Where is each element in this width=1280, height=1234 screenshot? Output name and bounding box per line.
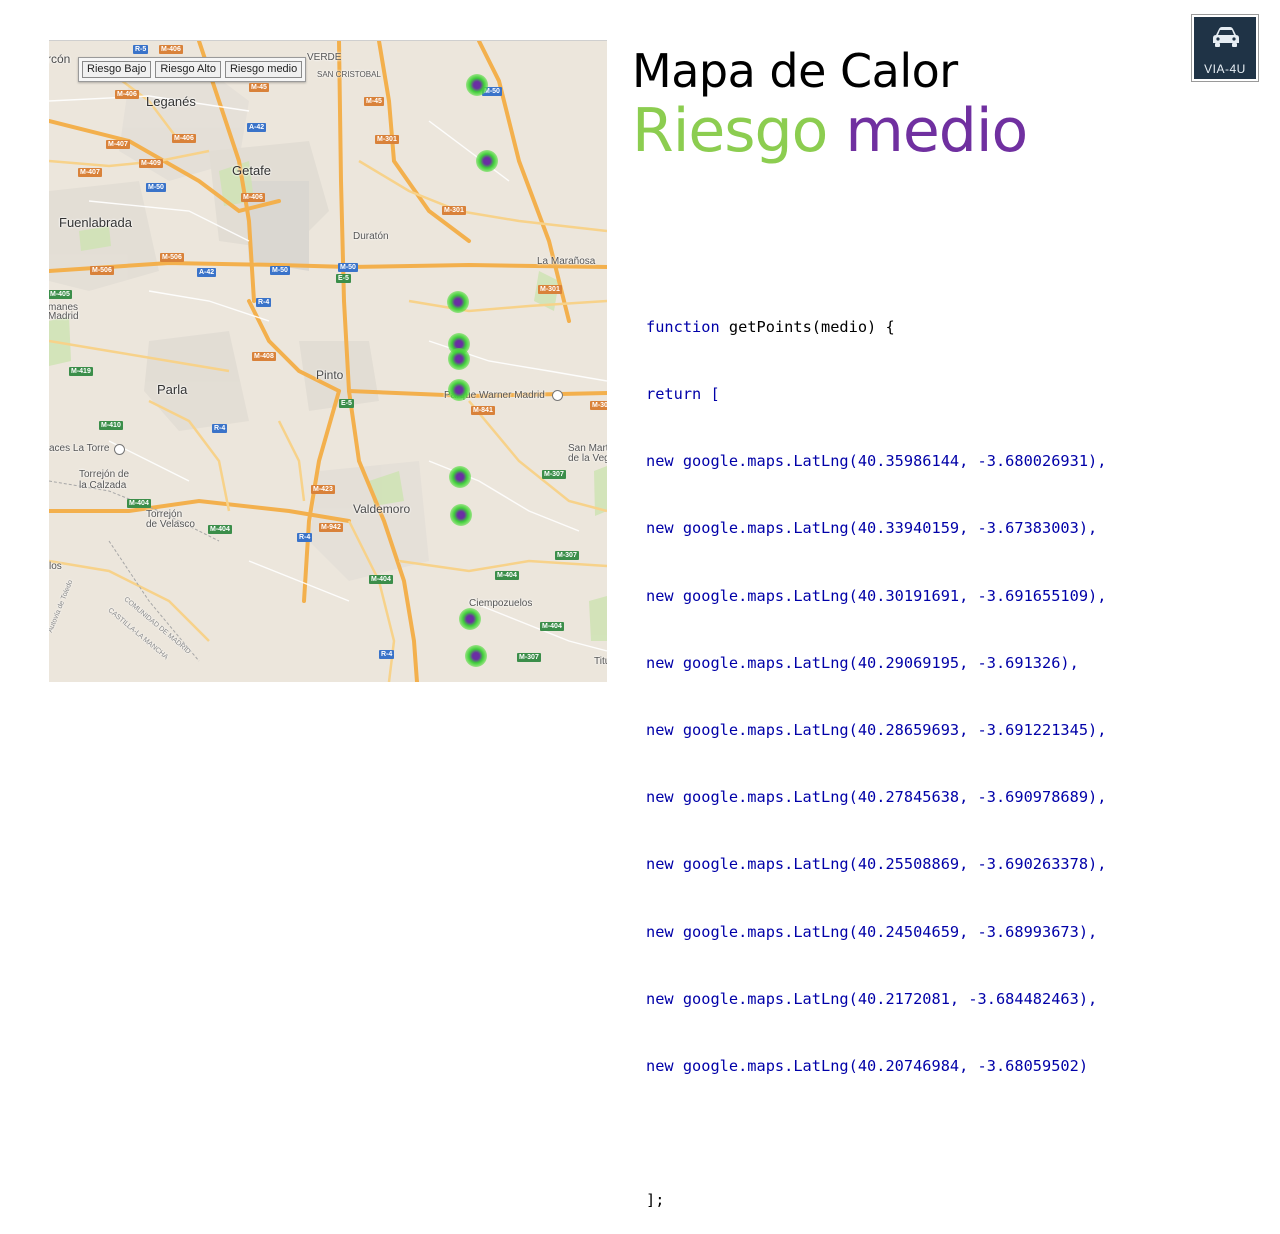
road-shield: M-506 [160, 253, 184, 262]
road-shield: R-4 [379, 650, 395, 659]
place-fuenlabrada: Fuenlabrada [59, 215, 132, 230]
road-shield: M-419 [69, 367, 93, 376]
road-shield: M-404 [540, 622, 564, 631]
code-point: new google.maps.LatLng(40.27845638, -3.6… [646, 788, 1107, 807]
heatmap-map[interactable]: Riesgo Bajo Riesgo Alto Riesgo medio rcó… [49, 40, 607, 682]
road-shield: M-404 [369, 575, 393, 584]
road-shield: M-406 [241, 193, 265, 202]
road-shield: M-407 [106, 140, 130, 149]
via4u-logo: VIA-4U [1191, 14, 1259, 82]
code-point: new google.maps.LatLng(40.25508869, -3.6… [646, 855, 1107, 874]
heat-point [465, 644, 487, 667]
road-shield: M-45 [249, 83, 269, 92]
car-icon [1213, 27, 1239, 47]
road-shield: M-45 [364, 97, 384, 106]
road-shield: M-506 [90, 266, 114, 275]
heat-point [447, 290, 469, 313]
road-shield: R-5 [133, 45, 149, 54]
road-shield: M-50 [270, 266, 290, 275]
code-line-function: function getPoints(medio) { [646, 316, 1106, 338]
road-shield: M-407 [78, 168, 102, 177]
place-verde: VERDE [307, 52, 342, 63]
road-shield: M-423 [311, 485, 335, 494]
page-title: Mapa de Calor [632, 44, 958, 98]
road-shield: M-409 [139, 159, 163, 168]
road-shield: M-410 [99, 421, 123, 430]
road-shield: R-4 [297, 533, 313, 542]
place-san-martin-2: de la Vega [568, 453, 607, 464]
road-shield: M-406 [172, 134, 196, 143]
code-block: function getPoints(medio) { return [ new… [646, 271, 1106, 1234]
code-point: new google.maps.LatLng(40.30191691, -3.6… [646, 586, 1107, 605]
place-torrejon-calzada-1: Torrejón de [79, 469, 130, 480]
subtitle-word-medio: medio [845, 96, 1028, 166]
heat-point [449, 503, 472, 526]
road-shield: M-405 [49, 290, 72, 299]
road-shield: M-408 [252, 352, 276, 361]
map-roads [49, 41, 607, 682]
heat-point [447, 348, 470, 371]
road-shield: A-42 [247, 123, 267, 132]
place-alcon: rcón [49, 52, 71, 66]
poi-icon [552, 390, 563, 401]
code-point: new google.maps.LatLng(40.24504659, -3.6… [646, 922, 1098, 941]
road-shield: M-301 [442, 206, 466, 215]
subtitle-word-riesgo: Riesgo [632, 96, 828, 166]
code-line-return: return [ [646, 385, 720, 404]
place-ciempozuelos: Ciempozuelos [469, 598, 533, 609]
road-shield: M-30 [590, 401, 607, 410]
place-madrid: Madrid [49, 311, 79, 322]
place-valdemoro: Valdemoro [353, 502, 411, 516]
place-aces-la-torre: aces La Torre [49, 443, 110, 454]
place-leganes: Leganés [146, 94, 196, 109]
road-shield: M-841 [471, 406, 495, 415]
place-pinto: Pinto [316, 368, 344, 382]
code-point: new google.maps.LatLng(40.28659693, -3.6… [646, 721, 1107, 740]
road-shield: M-301 [375, 135, 399, 144]
road-shield: M-301 [538, 285, 562, 294]
road-shield: M-404 [127, 499, 151, 508]
road-shield: R-4 [212, 424, 228, 433]
code-point: new google.maps.LatLng(40.2172081, -3.68… [646, 989, 1098, 1008]
heat-point [448, 378, 471, 401]
code-point: new google.maps.LatLng(40.35986144, -3.6… [646, 452, 1107, 471]
code-point: new google.maps.LatLng(40.29069195, -3.6… [646, 653, 1079, 672]
logo-text: VIA-4U [1204, 62, 1246, 76]
heat-point [465, 73, 488, 96]
code-point: new google.maps.LatLng(40.33940159, -3.6… [646, 519, 1098, 538]
riesgo-medio-button[interactable]: Riesgo medio [224, 61, 303, 78]
place-la-maranosa: La Marañosa [537, 256, 596, 267]
road-shield: M-406 [159, 45, 183, 54]
place-parla: Parla [157, 382, 188, 397]
road-shield: M-404 [495, 571, 519, 580]
place-titu: Titu [594, 656, 607, 667]
road-shield: M-50 [146, 183, 166, 192]
road-shield: M-50 [338, 263, 358, 272]
road-shield: M-404 [208, 525, 232, 534]
road-shield: A-42 [197, 268, 217, 277]
road-shield: E-5 [339, 399, 354, 408]
riesgo-bajo-button[interactable]: Riesgo Bajo [82, 61, 152, 78]
road-shield: M-942 [319, 523, 343, 532]
place-getafe: Getafe [232, 163, 272, 178]
road-shield: M-307 [542, 470, 566, 479]
place-san-cristobal: SAN CRISTOBAL [317, 70, 381, 79]
road-shield: R-4 [256, 298, 272, 307]
riesgo-alto-button[interactable]: Riesgo Alto [155, 61, 221, 78]
code-function-signature: function getPoints(medio) { [646, 317, 895, 336]
road-shield: M-406 [115, 90, 139, 99]
place-duraton: Duratón [353, 231, 389, 242]
poi-icon [114, 444, 125, 455]
heat-point [458, 608, 481, 630]
place-los: los [49, 561, 62, 572]
page-subtitle: Riesgo medio [632, 96, 1028, 166]
place-torrejon-calzada-2: la Calzada [79, 480, 127, 491]
risk-control-bar: Riesgo Bajo Riesgo Alto Riesgo medio [78, 57, 307, 82]
code-point: new google.maps.LatLng(40.20746984, -3.6… [646, 1057, 1089, 1076]
place-torrejon-velasco-2: de Velasco [146, 519, 195, 530]
road-shield: E-5 [336, 274, 351, 283]
road-shield: M-307 [555, 551, 579, 560]
road-shield: M-307 [517, 653, 541, 662]
code-line-close: ]; [646, 1191, 665, 1210]
